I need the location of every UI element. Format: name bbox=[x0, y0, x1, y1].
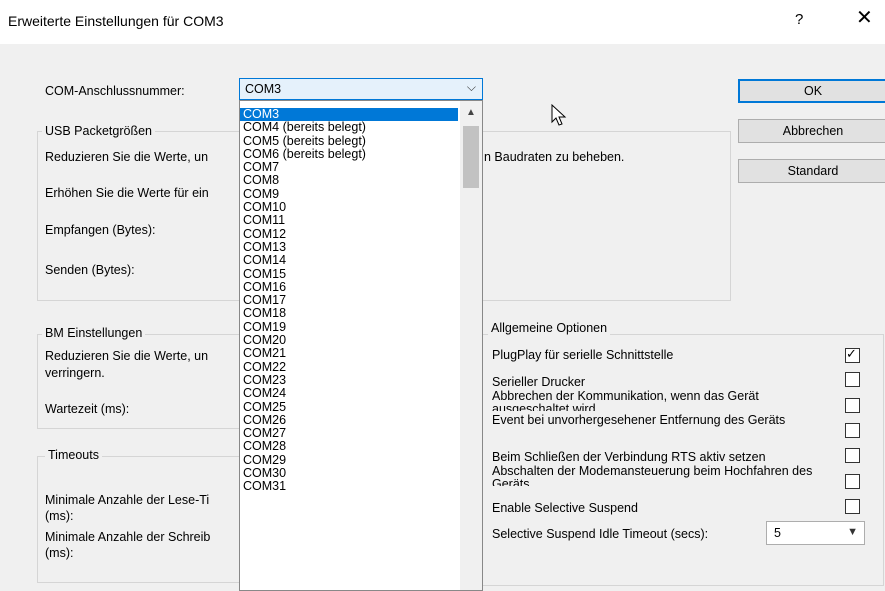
com-port-option[interactable]: COM8 bbox=[240, 174, 458, 187]
com-port-option[interactable]: COM7 bbox=[240, 161, 458, 174]
com-port-option[interactable]: COM18 bbox=[240, 307, 458, 320]
read-timeout-label: Minimale Anzahle der Lese-Ti bbox=[45, 493, 210, 507]
option-cancel-comm-checkbox[interactable] bbox=[845, 398, 860, 413]
mouse-cursor-icon bbox=[551, 104, 567, 126]
scrollbar-thumb[interactable] bbox=[463, 126, 479, 188]
write-timeout-label: Minimale Anzahle der Schreib bbox=[45, 530, 211, 544]
check-mark-icon: ✓ bbox=[846, 346, 857, 361]
read-timeout-label-2: (ms): bbox=[45, 509, 74, 523]
option-plugplay-label: PlugPlay für serielle Schnittstelle bbox=[492, 348, 674, 362]
com-port-option[interactable]: COM11 bbox=[240, 214, 458, 227]
com-port-option[interactable]: COM3 bbox=[240, 108, 458, 122]
window-title: Erweiterte Einstellungen für COM3 bbox=[8, 13, 224, 29]
chevron-down-icon: ▼ bbox=[847, 526, 858, 538]
com-port-option[interactable]: COM25 bbox=[240, 401, 458, 414]
latency-label: Wartezeit (ms): bbox=[45, 402, 130, 416]
option-selective-suspend-label: Enable Selective Suspend bbox=[492, 501, 638, 515]
option-serial-printer-checkbox[interactable] bbox=[845, 372, 860, 387]
com-port-option[interactable]: COM21 bbox=[240, 347, 458, 360]
com-port-option[interactable]: COM29 bbox=[240, 454, 458, 467]
option-rts-checkbox[interactable] bbox=[845, 448, 860, 463]
idle-timeout-label: Selective Suspend Idle Timeout (secs): bbox=[492, 527, 709, 541]
com-port-option[interactable]: COM12 bbox=[240, 228, 458, 241]
dropdown-scrollbar[interactable]: ▲ bbox=[460, 101, 482, 590]
com-port-label: COM-Anschlussnummer: bbox=[45, 84, 185, 98]
bm-reduce-text: Reduzieren Sie die Werte, un bbox=[45, 349, 209, 363]
option-selective-suspend-checkbox[interactable] bbox=[845, 499, 860, 514]
bm-group-legend: BM Einstellungen bbox=[42, 326, 146, 340]
usb-reduce-text: Reduzieren Sie die Werte, un bbox=[45, 150, 209, 164]
ok-button[interactable]: OK bbox=[738, 79, 885, 103]
com-port-option[interactable]: COM22 bbox=[240, 361, 458, 374]
option-serial-printer-label: Serieller Drucker bbox=[492, 375, 586, 389]
option-removal-event-label: Event bei unvorhergesehener Entfernung d… bbox=[492, 414, 786, 427]
help-button[interactable]: ? bbox=[795, 11, 803, 28]
com-port-option[interactable]: COM30 bbox=[240, 467, 458, 480]
title-bar: Erweiterte Einstellungen für COM3 ? ✕ bbox=[0, 0, 885, 44]
idle-timeout-select[interactable]: 5 ▼ bbox=[766, 521, 865, 545]
usb-group-legend: USB Packetgrößen bbox=[42, 124, 155, 138]
timeouts-group-legend: Timeouts bbox=[45, 448, 102, 462]
com-port-option[interactable]: COM14 bbox=[240, 254, 458, 267]
com-port-option[interactable]: COM20 bbox=[240, 334, 458, 347]
com-port-option[interactable]: COM31 bbox=[240, 480, 458, 493]
com-port-options: COM3 COM4 (bereits belegt) COM5 (bereits b… bbox=[240, 108, 458, 494]
com-port-option[interactable]: COM15 bbox=[240, 268, 458, 281]
com-port-option[interactable]: COM28 bbox=[240, 440, 458, 453]
option-cancel-comm-label: Abbrechen der Kommunikation, wenn das Ge… bbox=[492, 390, 759, 411]
option-plugplay-checkbox[interactable]: ✓ bbox=[845, 346, 860, 363]
com-port-option[interactable]: COM23 bbox=[240, 374, 458, 387]
scroll-up-icon[interactable]: ▲ bbox=[460, 107, 482, 118]
com-port-option[interactable]: COM5 (bereits belegt) bbox=[240, 135, 458, 148]
com-port-option[interactable]: COM17 bbox=[240, 294, 458, 307]
send-bytes-label: Senden (Bytes): bbox=[45, 263, 135, 277]
cancel-button[interactable]: Abbrechen bbox=[738, 119, 885, 143]
option-rts-label: Beim Schließen der Verbindung RTS aktiv … bbox=[492, 450, 766, 464]
com-port-option[interactable]: COM19 bbox=[240, 321, 458, 334]
com-port-option[interactable]: COM6 (bereits belegt) bbox=[240, 148, 458, 161]
option-removal-event-checkbox[interactable] bbox=[845, 423, 860, 438]
com-port-select[interactable]: COM3 ⌵ bbox=[239, 78, 483, 100]
com-port-value: COM3 bbox=[245, 82, 282, 96]
bm-reduce-text-2: verringern. bbox=[45, 366, 105, 380]
com-port-option[interactable]: COM4 (bereits belegt) bbox=[240, 121, 458, 134]
com-port-option[interactable]: COM9 bbox=[240, 188, 458, 201]
usb-reduce-text-end: n Baudraten zu beheben. bbox=[484, 150, 625, 164]
com-port-option[interactable]: COM27 bbox=[240, 427, 458, 440]
general-options-legend: Allgemeine Optionen bbox=[488, 321, 611, 335]
close-icon[interactable]: ✕ bbox=[856, 8, 873, 28]
com-port-option[interactable]: COM24 bbox=[240, 387, 458, 400]
default-button[interactable]: Standard bbox=[738, 159, 885, 183]
chevron-down-icon: ⌵ bbox=[466, 80, 476, 94]
receive-bytes-label: Empfangen (Bytes): bbox=[45, 223, 156, 237]
com-port-option[interactable]: COM13 bbox=[240, 241, 458, 254]
option-modem-ctrl-label: Abschalten der Modemansteuerung beim Hoc… bbox=[492, 465, 813, 486]
write-timeout-label-2: (ms): bbox=[45, 546, 74, 560]
idle-timeout-value: 5 bbox=[774, 526, 781, 540]
com-port-option[interactable]: COM16 bbox=[240, 281, 458, 294]
com-port-dropdown-list[interactable]: COM3 COM4 (bereits belegt) COM5 (bereits b… bbox=[239, 100, 483, 591]
option-modem-ctrl-checkbox[interactable] bbox=[845, 474, 860, 489]
com-port-option[interactable]: COM10 bbox=[240, 201, 458, 214]
com-port-option[interactable]: COM26 bbox=[240, 414, 458, 427]
usb-increase-text: Erhöhen Sie die Werte für ein bbox=[45, 186, 209, 200]
